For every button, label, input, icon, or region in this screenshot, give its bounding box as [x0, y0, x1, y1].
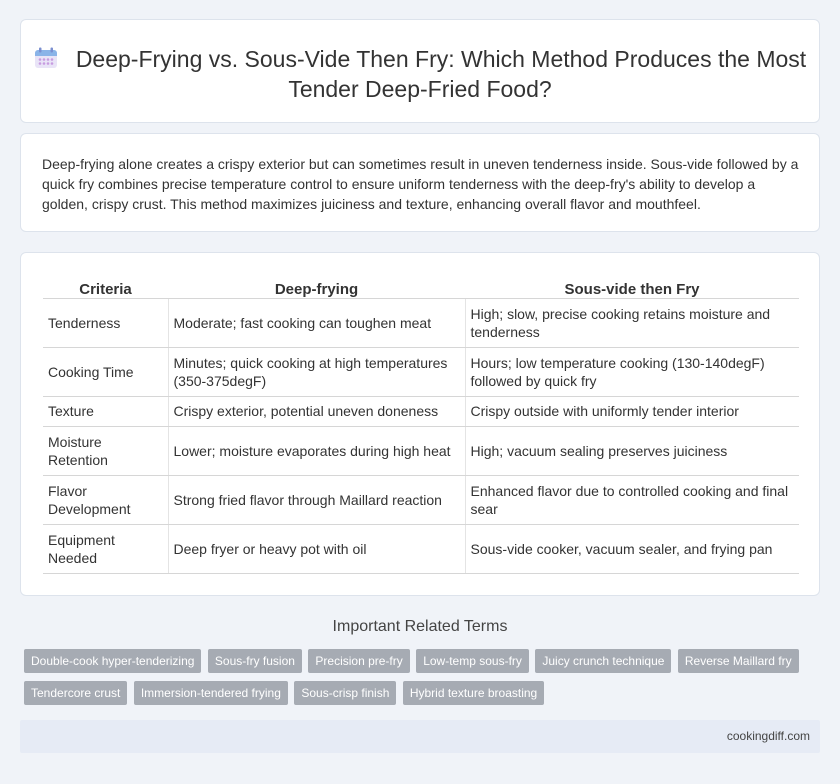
intro-text: Deep-frying alone creates a crispy exter… — [42, 156, 799, 212]
table-row: Tenderness Moderate; fast cooking can to… — [43, 298, 799, 348]
table-header-row: Criteria Deep-frying Sous-vide then Fry — [43, 276, 799, 299]
term-tag[interactable]: Hybrid texture broasting — [402, 681, 545, 705]
table-row: Moisture Retention Lower; moisture evapo… — [43, 426, 799, 476]
sous-vide-cell: High; slow, precise cooking retains mois… — [465, 298, 799, 348]
term-tag[interactable]: Immersion-tendered frying — [133, 681, 288, 705]
table-row: Cooking Time Minutes; quick cooking at h… — [43, 347, 799, 397]
term-tag[interactable]: Sous-fry fusion — [207, 649, 302, 673]
deep-frying-cell: Minutes; quick cooking at high temperatu… — [168, 347, 466, 397]
sous-vide-cell: Sous-vide cooker, vacuum sealer, and fry… — [465, 524, 799, 574]
deep-frying-cell: Lower; moisture evaporates during high h… — [168, 426, 466, 476]
related-terms-list: Double-cook hyper-tenderizing Sous-fry f… — [24, 649, 824, 713]
table-row: Flavor Development Strong fried flavor t… — [43, 475, 799, 525]
deep-frying-cell: Deep fryer or heavy pot with oil — [168, 524, 466, 574]
term-tag[interactable]: Tendercore crust — [24, 681, 128, 705]
criteria-cell: Cooking Time — [43, 347, 169, 397]
page-title-wrap: Deep-Frying vs. Sous-Vide Then Fry: Whic… — [21, 44, 819, 104]
footer-bar: cookingdiff.com — [20, 720, 820, 753]
criteria-cell: Flavor Development — [43, 475, 169, 525]
table-row: Equipment Needed Deep fryer or heavy pot… — [43, 524, 799, 574]
related-terms-title: Important Related Terms — [332, 618, 508, 635]
term-tag[interactable]: Sous-crisp finish — [294, 681, 397, 705]
sous-vide-cell: High; vacuum sealing preserves juiciness — [465, 426, 799, 476]
table-row: Texture Crispy exterior, potential uneve… — [43, 396, 799, 427]
calendar-icon — [34, 47, 57, 68]
intro-card: Deep-frying alone creates a crispy exter… — [20, 133, 820, 232]
column-header: Sous-vide then Fry — [465, 276, 799, 299]
footer-site-link[interactable]: cookingdiff.com — [727, 729, 810, 743]
header-card: Deep-Frying vs. Sous-Vide Then Fry: Whic… — [20, 19, 820, 123]
criteria-cell: Moisture Retention — [43, 426, 169, 476]
term-tag[interactable]: Low-temp sous-fry — [416, 649, 529, 673]
term-tag[interactable]: Juicy crunch technique — [535, 649, 672, 673]
deep-frying-cell: Moderate; fast cooking can toughen meat — [168, 298, 466, 348]
deep-frying-cell: Strong fried flavor through Maillard rea… — [168, 475, 466, 525]
deep-frying-cell: Crispy exterior, potential uneven donene… — [168, 396, 466, 427]
comparison-card: Criteria Deep-frying Sous-vide then Fry … — [20, 252, 820, 596]
sous-vide-cell: Enhanced flavor due to controlled cookin… — [465, 475, 799, 525]
criteria-cell: Texture — [43, 396, 169, 427]
comparison-table: Criteria Deep-frying Sous-vide then Fry … — [43, 276, 799, 574]
term-tag[interactable]: Reverse Maillard fry — [677, 649, 799, 673]
term-tag[interactable]: Double-cook hyper-tenderizing — [24, 649, 202, 673]
column-header: Deep-frying — [168, 276, 465, 299]
criteria-cell: Tenderness — [43, 298, 169, 348]
term-tag[interactable]: Precision pre-fry — [308, 649, 410, 673]
sous-vide-cell: Crispy outside with uniformly tender int… — [465, 396, 799, 427]
sous-vide-cell: Hours; low temperature cooking (130-140d… — [465, 347, 799, 397]
criteria-cell: Equipment Needed — [43, 524, 169, 574]
column-header: Criteria — [43, 276, 168, 299]
page-title: Deep-Frying vs. Sous-Vide Then Fry: Whic… — [75, 46, 807, 102]
